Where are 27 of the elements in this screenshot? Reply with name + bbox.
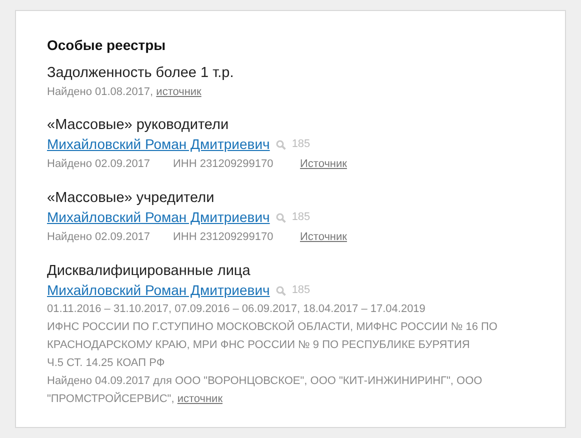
person-link[interactable]: Михайловский Роман Дмитриевич — [47, 281, 270, 300]
source-link[interactable]: источник — [177, 393, 223, 405]
source-link[interactable]: Источник — [300, 227, 347, 247]
detail-text: ИФНС РОССИИ ПО Г.СТУПИНО МОСКОВСКОЙ ОБЛАСТИ, МИФНС РОССИИ № 16 ПО КРАСНОДАРСКОМУ КРАЮ, МРИ ФНС РОССИИ № 9 ПО РЕСПУБЛИКЕ БУРЯТИЯ — [47, 319, 498, 353]
search-icon — [276, 212, 286, 222]
found-text: Найдено 04.09.2017 для ООО "ВОРОНЦОВСКОЕ", ООО "КИТ-ИНЖИНИРИНГ", ООО "ПРОМСТРОЙСЕРВИС", источник — [47, 374, 484, 407]
inn-number: ИНН 231209299170 — [173, 230, 274, 245]
found-date: Найдено 02.09.2017 — [47, 157, 152, 172]
person-link[interactable]: Михайловский Роман Дмитриевич — [47, 208, 270, 227]
inn-number: ИНН 231209299170 — [173, 157, 274, 172]
person-link[interactable]: Михайловский Роман Дмитриевич — [47, 135, 270, 154]
found-text: Найдено 01.08.2017, источник — [47, 85, 202, 100]
search-count: 185 — [292, 137, 310, 152]
source-link[interactable]: Источник — [300, 154, 347, 174]
found-date: Найдено 02.09.2017 — [47, 230, 152, 245]
section-heading: «Массовые» руководители — [47, 116, 230, 135]
search-count: 185 — [292, 283, 310, 298]
detail-text: 01.11.2016 – 31.10.2017, 07.09.2016 – 06.09.2017, 18.04.2017 – 17.04.2019 — [47, 302, 426, 317]
card-title: Особые реестры — [47, 37, 167, 53]
search-icon — [276, 140, 286, 150]
search-count: 185 — [292, 210, 310, 225]
detail-text: Ч.5 СТ. 14.25 КОАП РФ — [47, 356, 166, 371]
source-link[interactable]: источник — [156, 86, 202, 98]
section-heading: Дисквалифицированные лица — [47, 262, 252, 281]
search-icon — [276, 286, 286, 296]
section-heading: Задолженность более 1 т.р. — [47, 64, 235, 83]
section-heading: «Массовые» учредители — [47, 189, 216, 208]
